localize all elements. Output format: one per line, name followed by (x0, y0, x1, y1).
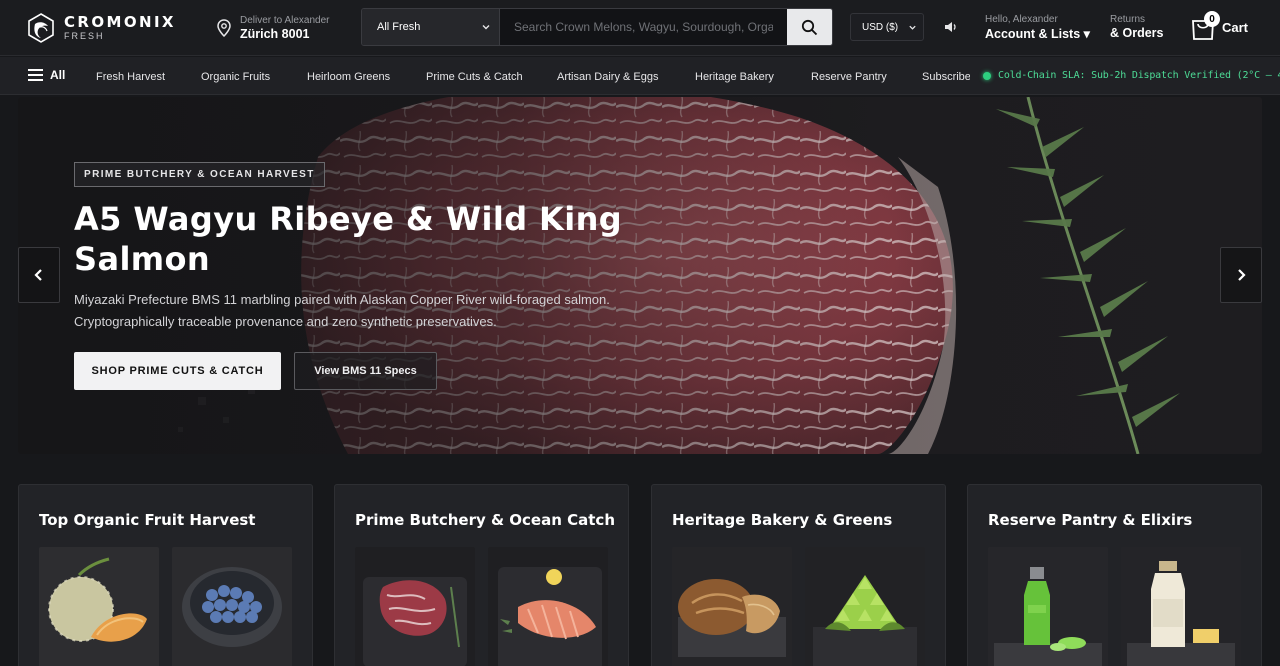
deliver-location-value: Zürich 8001 (240, 27, 310, 41)
hero-title: A5 Wagyu Ribeye & Wild King Salmon (74, 200, 623, 278)
hero-description-line-2: Cryptographically traceable provenance a… (74, 314, 497, 329)
category-card-butchery[interactable]: Prime Butchery & Ocean Catch (334, 484, 629, 666)
returns-orders[interactable]: Returns & Orders (1110, 14, 1180, 40)
card-title: Heritage Bakery & Greens (672, 511, 893, 529)
carousel-next-button[interactable] (1220, 247, 1262, 303)
nav-item-artisan-dairy-eggs[interactable]: Artisan Dairy & Eggs (557, 71, 658, 83)
green-juice-thumbnail[interactable] (988, 547, 1108, 666)
nav-item-heritage-bakery[interactable]: Heritage Bakery (695, 71, 774, 83)
wagyu-steak-photo (355, 547, 475, 666)
card-title: Reserve Pantry & Elixirs (988, 511, 1193, 529)
cart-label: Cart (1222, 19, 1249, 35)
melon-thumbnail[interactable] (39, 547, 159, 666)
nav-item-reserve-pantry[interactable]: Reserve Pantry (811, 71, 887, 83)
nav-all-label: All (50, 68, 66, 82)
search-bar: All Fresh (361, 8, 833, 46)
hero-banner: PRIME BUTCHERY & OCEAN HARVEST A5 Wagyu … (18, 97, 1262, 454)
nav-item-subscribe[interactable]: Subscribe (922, 71, 970, 83)
account-lists-label: Account & Lists ▾ (985, 27, 1090, 41)
wagyu-thumbnail[interactable] (355, 547, 475, 666)
currency-label: USD ($) (862, 21, 899, 33)
deliver-location[interactable]: Deliver to Alexander Zürich 8001 (216, 12, 346, 44)
blueberries-thumbnail[interactable] (172, 547, 292, 666)
brand-name: CROMONIX (64, 13, 176, 31)
view-specs-button[interactable]: View BMS 11 Specs (294, 352, 437, 390)
shop-prime-cuts-button[interactable]: SHOP PRIME CUTS & CATCH (74, 352, 281, 390)
search-button[interactable] (787, 9, 832, 45)
search-category-select[interactable]: All Fresh (362, 9, 500, 45)
chevron-down-icon (909, 25, 916, 30)
hero-description-line-1: Miyazaki Prefecture BMS 11 marbling pair… (74, 292, 610, 307)
blueberries-photo (172, 547, 292, 666)
account-menu[interactable]: Hello, Alexander Account & Lists ▾ (985, 14, 1095, 41)
orders-label: & Orders (1110, 26, 1164, 40)
milk-bottle-photo (1121, 547, 1241, 666)
green-juice-photo (988, 547, 1108, 666)
search-icon (801, 19, 818, 35)
romanesco-thumbnail[interactable] (805, 547, 925, 666)
status-dot-icon (983, 71, 991, 80)
page: CROMONIX FRESH Deliver to Alexander Züri… (0, 0, 1280, 666)
category-card-pantry[interactable]: Reserve Pantry & Elixirs (967, 484, 1262, 666)
hero-category-tag: PRIME BUTCHERY & OCEAN HARVEST (74, 162, 325, 187)
card-title: Top Organic Fruit Harvest (39, 511, 256, 529)
salmon-photo (488, 547, 608, 666)
nav-item-prime-cuts-catch[interactable]: Prime Cuts & Catch (426, 71, 523, 83)
chevron-down-icon (482, 25, 490, 30)
currency-select[interactable]: USD ($) (850, 13, 924, 41)
hero-description: Miyazaki Prefecture BMS 11 marbling pair… (74, 289, 674, 333)
cold-chain-status-text: Cold-Chain SLA: Sub-2h Dispatch Verified… (998, 70, 1280, 81)
cold-chain-status: Cold-Chain SLA: Sub-2h Dispatch Verified… (983, 70, 1280, 81)
melon-photo (39, 547, 159, 666)
category-card-fruit[interactable]: Top Organic Fruit Harvest (18, 484, 313, 666)
salmon-thumbnail[interactable] (488, 547, 608, 666)
hamburger-menu-icon (28, 69, 43, 81)
card-title: Prime Butchery & Ocean Catch (355, 511, 615, 529)
brand-sub: FRESH (64, 31, 105, 41)
milk-bottle-thumbnail[interactable] (1121, 547, 1241, 666)
carousel-prev-button[interactable] (18, 247, 60, 303)
location-pin-icon (217, 19, 231, 37)
search-category-label: All Fresh (377, 21, 421, 33)
cart-count-badge: 0 (1204, 11, 1220, 27)
returns-label: Returns (1110, 14, 1146, 25)
nav-item-organic-fruits[interactable]: Organic Fruits (201, 71, 270, 83)
cart-button[interactable]: 0 Cart (1190, 10, 1262, 44)
search-input[interactable] (500, 9, 787, 45)
deliver-to-label: Deliver to Alexander (240, 15, 330, 26)
category-nav: All Fresh Harvest Organic Fruits Heirloo… (0, 57, 1280, 95)
chevron-left-icon (34, 269, 42, 281)
chevron-right-icon (1238, 269, 1246, 281)
logo-mark-icon (28, 13, 54, 43)
sourdough-thumbnail[interactable] (672, 547, 792, 666)
nav-item-heirloom-greens[interactable]: Heirloom Greens (307, 71, 390, 83)
logo[interactable]: CROMONIX FRESH (26, 10, 186, 46)
account-greeting: Hello, Alexander (985, 14, 1058, 25)
speaker-icon[interactable] (943, 19, 959, 35)
category-card-bakery[interactable]: Heritage Bakery & Greens (651, 484, 946, 666)
romanesco-photo (805, 547, 925, 666)
top-bar: CROMONIX FRESH Deliver to Alexander Züri… (0, 0, 1280, 56)
sourdough-photo (672, 547, 792, 666)
nav-item-fresh-harvest[interactable]: Fresh Harvest (96, 71, 165, 83)
nav-all-menu[interactable]: All (28, 68, 65, 82)
